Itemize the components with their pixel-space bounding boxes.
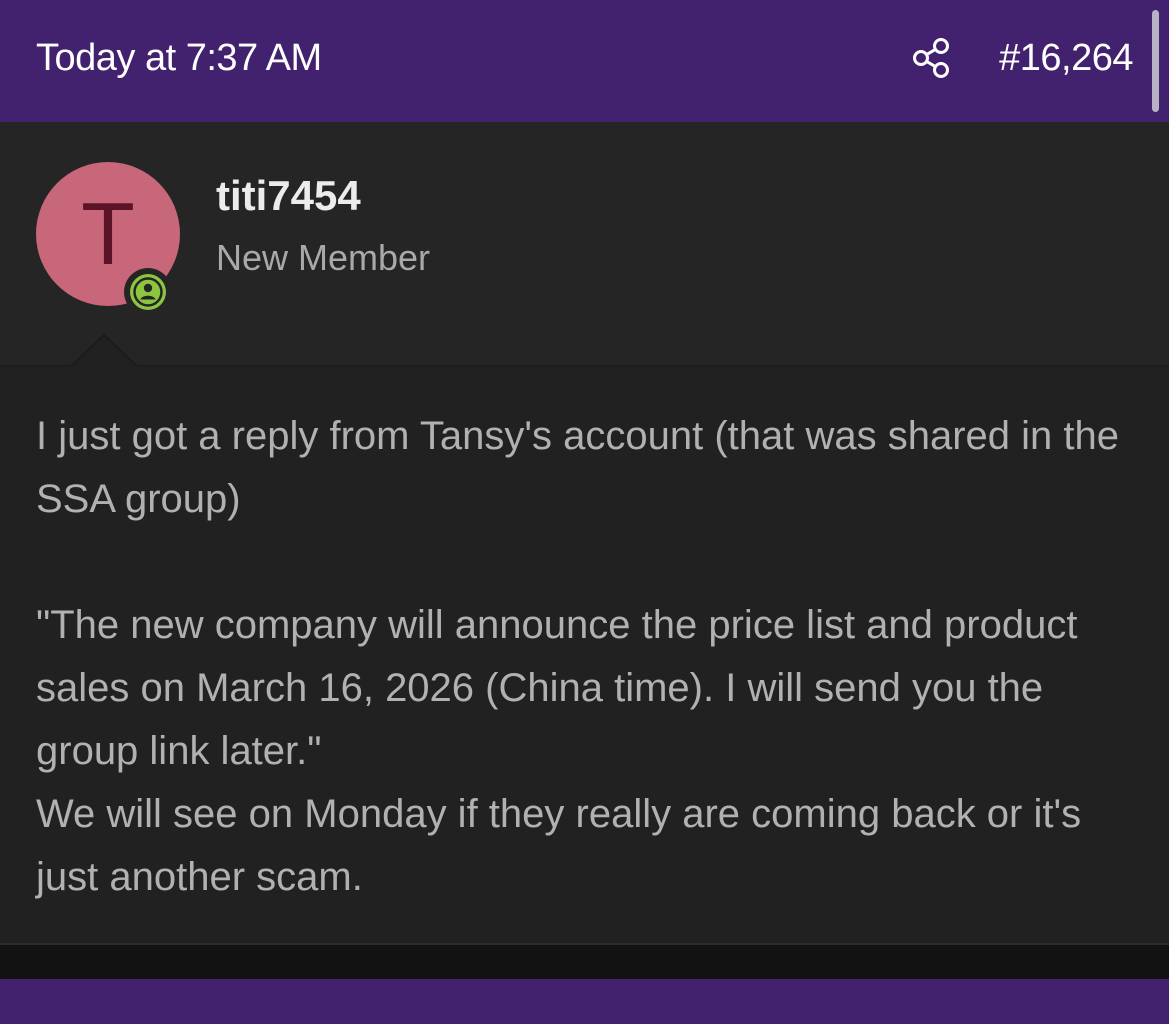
scrollbar[interactable] — [1152, 10, 1159, 112]
next-post-header — [0, 979, 1169, 1024]
message-body: I just got a reply from Tansy's account … — [0, 367, 1169, 943]
user-info: T titi7454 New Member — [0, 122, 1169, 366]
post-header: Today at 7:37 AM #16,264 — [0, 0, 1169, 122]
user-title: New Member — [216, 237, 431, 278]
share-icon[interactable] — [910, 36, 954, 80]
post-footer — [0, 943, 1169, 981]
username-link[interactable]: titi7454 — [216, 170, 361, 222]
online-status-badge — [124, 268, 172, 316]
online-user-icon — [130, 274, 166, 310]
post-date[interactable]: Today at 7:37 AM — [36, 34, 322, 82]
message-pointer — [70, 334, 141, 368]
post-number-link[interactable]: #16,264 — [999, 34, 1133, 82]
message-text: I just got a reply from Tansy's account … — [36, 414, 1119, 899]
